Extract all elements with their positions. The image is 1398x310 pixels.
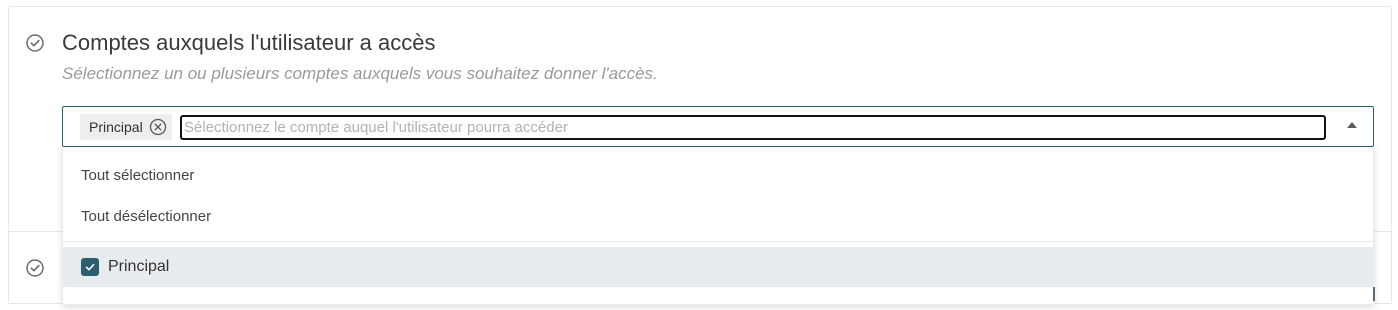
deselect-all-option[interactable]: Tout désélectionner	[81, 208, 211, 225]
scrollbar-edge	[1373, 287, 1375, 301]
check-circle-icon	[25, 33, 45, 53]
dropdown-separator	[63, 241, 1373, 242]
account-option-principal[interactable]: Principal	[63, 247, 1373, 287]
chip-label: Principal	[89, 119, 143, 135]
account-search-input[interactable]	[180, 115, 1326, 140]
caret-up-icon[interactable]	[1347, 122, 1357, 128]
section-title: Comptes auxquels l'utilisateur a accès	[62, 30, 436, 55]
accounts-dropdown-menu: Tout sélectionner Tout désélectionner Pr…	[62, 147, 1374, 305]
select-all-option[interactable]: Tout sélectionner	[81, 167, 194, 184]
checkmark-icon	[85, 263, 95, 271]
option-label: Principal	[108, 258, 170, 275]
accounts-multiselect[interactable]: Principal	[62, 106, 1374, 147]
checkbox-checked[interactable]	[81, 258, 99, 276]
close-circle-icon[interactable]	[149, 118, 167, 136]
section-subtitle: Sélectionnez un ou plusieurs comptes aux…	[62, 64, 658, 83]
selected-chip: Principal	[80, 114, 172, 140]
check-circle-icon	[25, 258, 45, 278]
